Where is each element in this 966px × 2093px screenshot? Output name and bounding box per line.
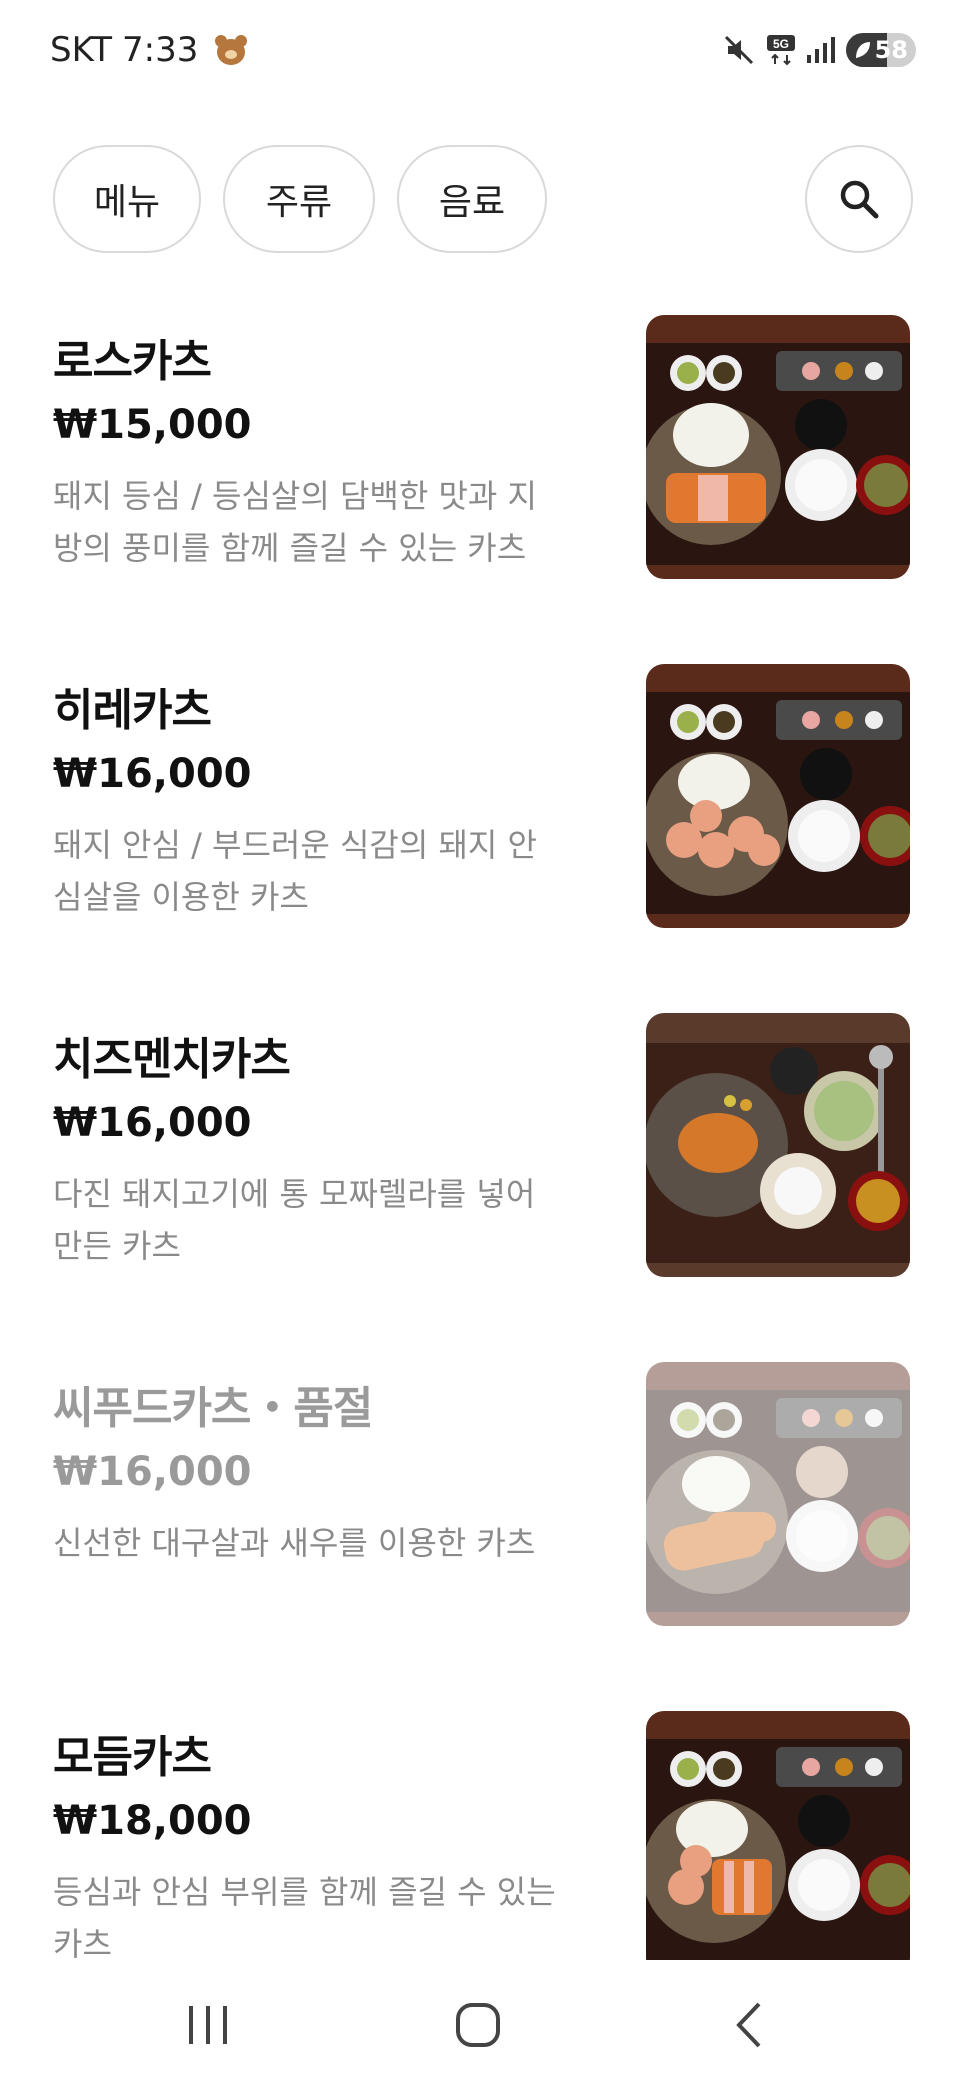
power-saving-leaf-icon [856, 42, 870, 58]
battery-percent: 58 [874, 36, 908, 64]
search-button[interactable] [805, 145, 913, 253]
clock: 7:33 [122, 30, 199, 70]
menu-item-name: 치즈멘치카츠 [53, 1034, 291, 1085]
menu-item-price: ₩16,000 [53, 751, 252, 797]
recent-apps-icon [189, 2006, 227, 2044]
back-button[interactable] [715, 1990, 785, 2060]
menu-item-photo [646, 315, 910, 579]
mute-icon [724, 35, 754, 65]
battery-indicator: 58 [846, 33, 916, 67]
bear-notification-icon [214, 33, 248, 67]
menu-item-photo [646, 1711, 910, 1975]
recent-apps-button[interactable] [173, 1990, 243, 2060]
menu-item-name: 로스카츠 [53, 336, 212, 387]
menu-item-photo [646, 664, 910, 928]
menu-item-photo [646, 1362, 910, 1626]
menu-item-price: ₩16,000 [53, 1449, 252, 1495]
status-right: 5G 58 [722, 33, 916, 67]
menu-item-description: 돼지 안심 / 부드러운 식감의 돼지 안심살을 이용한 카츠 [53, 826, 537, 916]
menu-item-price: ₩18,000 [53, 1798, 252, 1844]
menu-item-name: 모듬카츠 [53, 1732, 212, 1783]
home-button[interactable] [443, 1990, 513, 2060]
menu-item-description: 다진 돼지고기에 통 모짜렐라를 넣어 만든 카츠 [53, 1175, 536, 1265]
menu-item-name: 히레카츠 [53, 685, 212, 736]
status-bar: SKT 7:33 5G 58 [0, 0, 966, 100]
system-nav-bar [0, 1960, 966, 2093]
network-5g-icon: 5G [767, 35, 795, 66]
tab-alcohol[interactable]: 주류 [223, 145, 375, 253]
menu-item-description: 돼지 등심 / 등심살의 담백한 맛과 지방의 풍미를 함께 즐길 수 있는 카… [53, 477, 537, 567]
menu-item-description: 신선한 대구살과 새우를 이용한 카츠 [53, 1524, 536, 1562]
menu-list: 로스카츠 ₩15,000 돼지 등심 / 등심살의 담백한 맛과 지방의 풍미를… [0, 310, 966, 2055]
menu-item-seafood-katsu[interactable]: 씨푸드카츠・품절 ₩16,000 신선한 대구살과 새우를 이용한 카츠 [0, 1357, 966, 1706]
screen: SKT 7:33 5G 58 메뉴 주류 음료 로스카츠 ₩15,000 돼지 … [0, 0, 966, 2093]
menu-item-price: ₩16,000 [53, 1100, 252, 1146]
tab-menu[interactable]: 메뉴 [53, 145, 201, 253]
home-icon [456, 2003, 500, 2047]
menu-item-name: 씨푸드카츠・품절 [53, 1383, 373, 1434]
tab-menu-label: 메뉴 [93, 182, 161, 223]
tab-alcohol-label: 주류 [265, 182, 333, 223]
menu-item-photo [646, 1013, 910, 1277]
tab-drinks[interactable]: 음료 [397, 145, 547, 253]
menu-item-loin-katsu[interactable]: 로스카츠 ₩15,000 돼지 등심 / 등심살의 담백한 맛과 지방의 풍미를… [0, 310, 966, 659]
search-icon [840, 180, 879, 219]
menu-item-price: ₩15,000 [53, 402, 252, 448]
status-left: SKT 7:33 [50, 30, 248, 70]
category-tabs: 메뉴 주류 음료 [53, 145, 547, 253]
menu-item-description: 등심과 안심 부위를 함께 즐길 수 있는 카츠 [53, 1873, 556, 1963]
carrier-label: SKT [50, 30, 113, 70]
network-label: 5G [773, 37, 789, 51]
signal-icon [807, 37, 835, 63]
menu-item-fillet-katsu[interactable]: 히레카츠 ₩16,000 돼지 안심 / 부드러운 식감의 돼지 안심살을 이용… [0, 659, 966, 1008]
menu-item-cheese-menchi-katsu[interactable]: 치즈멘치카츠 ₩16,000 다진 돼지고기에 통 모짜렐라를 넣어 만든 카츠 [0, 1008, 966, 1357]
tab-drinks-label: 음료 [438, 182, 506, 223]
back-icon [736, 2002, 761, 2048]
